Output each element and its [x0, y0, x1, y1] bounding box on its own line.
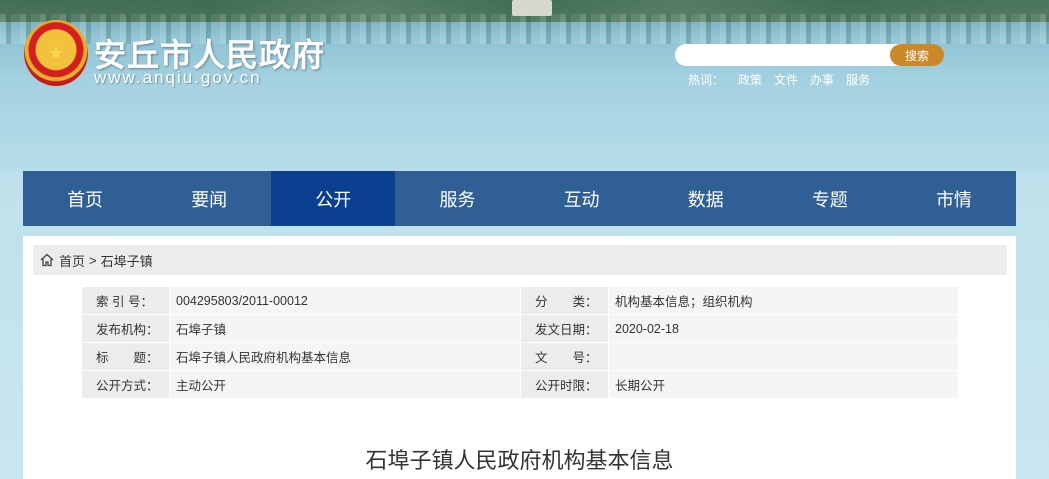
nav-item-topics[interactable]: 专题	[768, 171, 892, 226]
content-panel: 首页 > 石埠子镇 索 引 号： 004295803/2011-00012 分 …	[23, 236, 1016, 479]
meta-value: 2020-02-18	[608, 314, 959, 343]
meta-table: 索 引 号： 004295803/2011-00012 分 类： 机构基本信息；…	[81, 286, 959, 399]
search-input[interactable]	[687, 46, 887, 64]
national-emblem-icon: ★	[24, 20, 88, 86]
nav-item-public[interactable]: 公开	[271, 171, 396, 226]
meta-value: 机构基本信息；组织机构	[608, 286, 959, 315]
meta-key: 索 引 号：	[81, 286, 170, 315]
boat-image	[512, 0, 552, 16]
search-button[interactable]: 搜索	[890, 44, 944, 66]
nav-item-interaction[interactable]: 互动	[520, 171, 644, 226]
meta-key: 分 类：	[520, 286, 609, 315]
breadcrumb-home-link[interactable]: 首页	[59, 251, 85, 270]
meta-value	[608, 342, 959, 371]
meta-value: 长期公开	[608, 370, 959, 399]
meta-key: 发文日期：	[520, 314, 609, 343]
meta-row: 索 引 号： 004295803/2011-00012 分 类： 机构基本信息；…	[81, 286, 959, 315]
meta-key: 文 号：	[520, 342, 609, 371]
meta-key: 发布机构：	[81, 314, 170, 343]
hot-word-link[interactable]: 政策	[738, 71, 762, 88]
meta-key: 公开时限：	[520, 370, 609, 399]
meta-key: 标 题：	[81, 342, 170, 371]
site-url: www.anqiu.gov.cn	[94, 68, 262, 87]
breadcrumb: 首页 > 石埠子镇	[33, 245, 1007, 275]
hot-word-link[interactable]: 文件	[774, 71, 798, 88]
hot-words-label: 热词：	[688, 73, 725, 87]
nav-item-news[interactable]: 要闻	[147, 171, 271, 226]
article-title: 石埠子镇人民政府机构基本信息	[365, 448, 674, 473]
meta-row: 标 题： 石埠子镇人民政府机构基本信息 文 号：	[81, 342, 959, 371]
meta-value: 石埠子镇	[169, 314, 521, 343]
nav-item-city-info[interactable]: 市情	[892, 171, 1016, 226]
meta-key: 公开方式：	[81, 370, 170, 399]
meta-value: 主动公开	[169, 370, 521, 399]
breadcrumb-separator: >	[89, 252, 97, 268]
hot-word-link[interactable]: 服务	[846, 71, 870, 88]
meta-row: 发布机构： 石埠子镇 发文日期： 2020-02-18	[81, 314, 959, 343]
nav-item-home[interactable]: 首页	[23, 171, 147, 226]
meta-value: 石埠子镇人民政府机构基本信息	[169, 342, 521, 371]
breadcrumb-current[interactable]: 石埠子镇	[101, 251, 153, 270]
search-box: 搜索	[675, 44, 944, 66]
nav-item-data[interactable]: 数据	[644, 171, 768, 226]
hot-words: 热词： 政策 文件 办事 服务	[688, 71, 870, 88]
hot-word-link[interactable]: 办事	[810, 71, 834, 88]
meta-value: 004295803/2011-00012	[169, 286, 521, 315]
home-icon[interactable]	[39, 252, 55, 268]
meta-row: 公开方式： 主动公开 公开时限： 长期公开	[81, 370, 959, 399]
main-nav: 首页 要闻 公开 服务 互动 数据 专题 市情	[23, 171, 1016, 226]
nav-item-service[interactable]: 服务	[395, 171, 519, 226]
